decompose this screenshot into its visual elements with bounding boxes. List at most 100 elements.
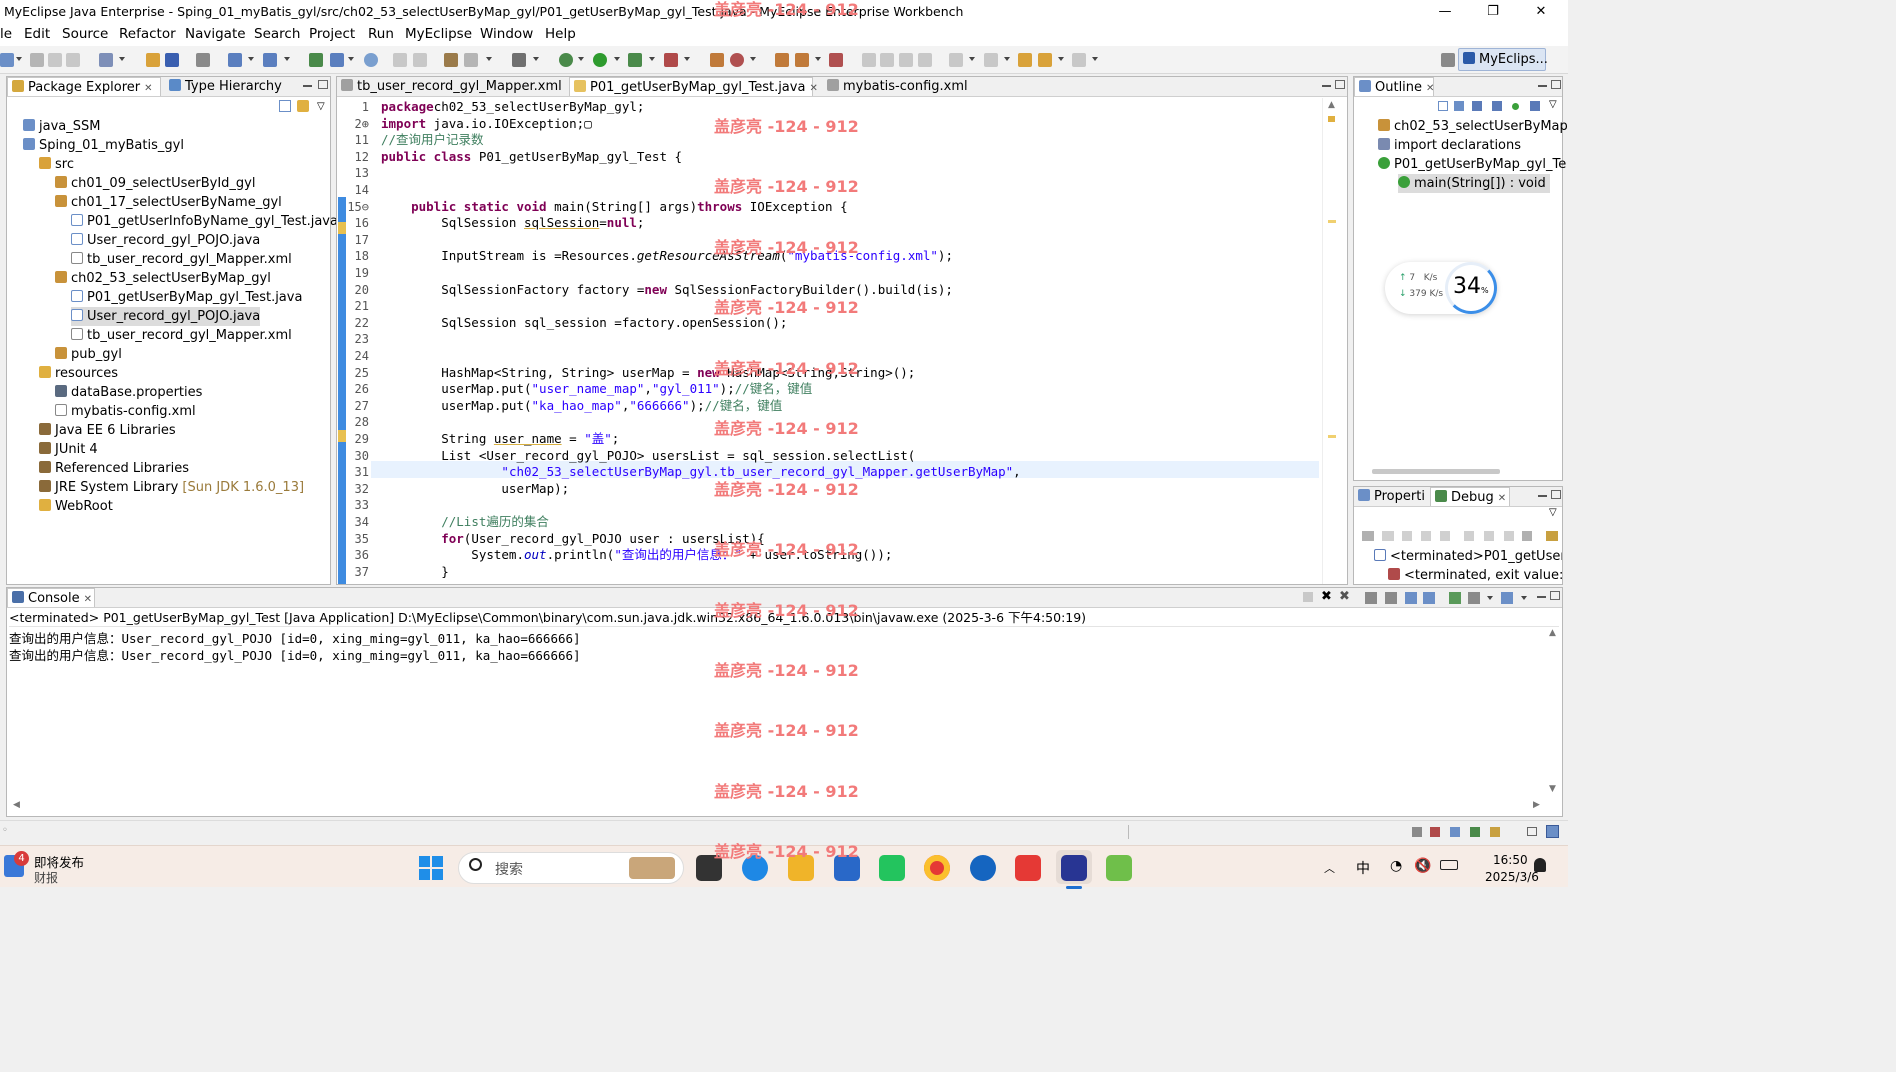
close-icon[interactable]: ✕ bbox=[84, 594, 92, 605]
tool-i-icon[interactable] bbox=[795, 53, 809, 67]
status-tool-icon[interactable] bbox=[1490, 827, 1500, 837]
collapse-all-icon[interactable] bbox=[279, 100, 291, 112]
code-line[interactable]: SqlSession sqlSession=null; bbox=[381, 215, 644, 232]
battery-icon[interactable] bbox=[1440, 860, 1458, 870]
outline-item[interactable]: main(String[]) : void bbox=[1398, 174, 1550, 193]
chrome-icon[interactable] bbox=[924, 855, 950, 881]
server-icon[interactable] bbox=[196, 53, 210, 67]
menu-navigate[interactable]: Navigate bbox=[185, 26, 246, 42]
clock-time[interactable]: 16:50 bbox=[1493, 853, 1528, 867]
menu-project[interactable]: Project bbox=[309, 26, 355, 42]
scroll-up-icon[interactable]: ▲ bbox=[1328, 100, 1335, 110]
close-icon[interactable]: ✕ bbox=[1426, 83, 1434, 94]
tab-properties[interactable]: Properti bbox=[1354, 487, 1428, 506]
tool-m-icon[interactable] bbox=[899, 53, 913, 67]
new-icon[interactable] bbox=[0, 53, 14, 67]
resume-icon[interactable] bbox=[1382, 531, 1394, 541]
tab-console[interactable]: Console ✕ bbox=[7, 588, 95, 607]
tree-item[interactable]: java_SSM bbox=[23, 117, 100, 136]
minimize-view-icon[interactable] bbox=[303, 85, 312, 87]
maximize-view-icon[interactable] bbox=[318, 80, 328, 89]
close-button[interactable]: ✕ bbox=[1518, 0, 1564, 24]
scroll-up-icon[interactable]: ▲ bbox=[1549, 628, 1556, 638]
tree-item[interactable]: tb_user_record_gyl_Mapper.xml bbox=[71, 250, 292, 269]
tool-a-icon[interactable] bbox=[393, 53, 407, 67]
minimize-button[interactable]: — bbox=[1422, 0, 1468, 24]
tab-outline[interactable]: Outline ✕ bbox=[1354, 77, 1434, 96]
external-tools-icon[interactable] bbox=[664, 53, 678, 67]
tree-item[interactable]: Referenced Libraries bbox=[39, 459, 189, 478]
menu-myeclipse[interactable]: MyEclipse bbox=[405, 26, 472, 42]
tree-item[interactable]: ch01_09_selectUserById_gyl bbox=[55, 174, 255, 193]
minimize-view-icon[interactable] bbox=[1538, 85, 1547, 87]
status-tool-icon[interactable] bbox=[1430, 827, 1440, 837]
tool-e-icon[interactable] bbox=[512, 53, 526, 67]
tool-app-icon[interactable] bbox=[1106, 855, 1132, 881]
last-edit-icon[interactable] bbox=[1018, 53, 1032, 67]
status-tool-icon[interactable] bbox=[1450, 827, 1460, 837]
scroll-right-icon[interactable]: ▶ bbox=[1533, 800, 1540, 810]
tab-type-hierarchy[interactable]: Type Hierarchy bbox=[165, 77, 285, 96]
tree-item[interactable]: JUnit 4 bbox=[39, 440, 98, 459]
minimize-view-icon[interactable] bbox=[1537, 596, 1546, 598]
view-menu-icon[interactable]: ▽ bbox=[317, 101, 325, 112]
outline-item[interactable]: P01_getUserByMap_gyl_Te bbox=[1378, 155, 1566, 174]
code-line[interactable]: SqlSessionFactory factory =new SqlSessio… bbox=[381, 282, 953, 299]
tool-l-icon[interactable] bbox=[880, 53, 894, 67]
browser-icon[interactable] bbox=[364, 53, 378, 67]
view-menu-icon[interactable]: ▽ bbox=[1549, 507, 1557, 518]
tree-item[interactable]: P01_getUserInfoByName_gyl_Test.java bbox=[71, 212, 338, 231]
collapse-all-icon[interactable] bbox=[1438, 101, 1448, 111]
tree-item[interactable]: ch02_53_selectUserByMap_gyl bbox=[55, 269, 271, 288]
restore-button[interactable]: ❐ bbox=[1470, 0, 1516, 24]
tool-j-icon[interactable] bbox=[829, 53, 843, 67]
debug-launch-item[interactable]: <terminated>P01_getUserBy bbox=[1374, 547, 1562, 566]
code-line[interactable]: //List遍历的集合 bbox=[381, 514, 549, 531]
menu-edit[interactable]: Edit bbox=[24, 26, 50, 42]
tab-mybatis-config[interactable]: mybatis-config.xml bbox=[823, 77, 973, 96]
menu-source[interactable]: Source bbox=[62, 26, 108, 42]
tools-icon[interactable] bbox=[309, 53, 323, 67]
code-line[interactable]: "ch02_53_selectUserByMap_gyl.tb_user_rec… bbox=[381, 464, 1020, 481]
terminate-console-icon[interactable] bbox=[1303, 592, 1313, 602]
hide-nonpublic-icon[interactable] bbox=[1512, 103, 1519, 110]
step-over-icon[interactable] bbox=[1484, 531, 1494, 541]
restore-view-icon[interactable] bbox=[1527, 827, 1537, 836]
forward-icon[interactable] bbox=[1072, 53, 1086, 67]
run-server-icon[interactable] bbox=[263, 53, 277, 67]
terminate-icon[interactable] bbox=[1421, 531, 1431, 541]
menu-refactor[interactable]: Refactor bbox=[119, 26, 176, 42]
tree-item[interactable]: Java EE 6 Libraries bbox=[39, 421, 176, 440]
input-method[interactable]: 中 bbox=[1356, 858, 1370, 878]
tree-item[interactable]: dataBase.properties bbox=[55, 383, 202, 402]
myeclipse-taskbar-icon[interactable] bbox=[1061, 855, 1087, 881]
tool-d-icon[interactable] bbox=[464, 53, 478, 67]
status-tool-icon[interactable] bbox=[1412, 827, 1422, 837]
maximize-view-icon[interactable] bbox=[1551, 490, 1561, 499]
tree-item[interactable]: User_record_gyl_POJO.java bbox=[71, 231, 260, 250]
minimize-view-icon[interactable] bbox=[1538, 495, 1547, 497]
view-menu-icon[interactable]: ▽ bbox=[1549, 99, 1557, 110]
pin-console-icon[interactable] bbox=[1449, 592, 1461, 604]
taskbar-search-box[interactable]: 搜索 bbox=[458, 852, 684, 884]
save-icon[interactable] bbox=[30, 53, 44, 67]
code-line[interactable]: public static void main(String[] args)th… bbox=[381, 199, 848, 216]
tool-c-icon[interactable] bbox=[444, 53, 458, 67]
clock-date[interactable]: 2025/3/6 bbox=[1485, 870, 1539, 884]
use-step-filters-icon[interactable] bbox=[1546, 531, 1558, 541]
close-icon[interactable]: ✕ bbox=[809, 83, 817, 94]
notification-bell-icon[interactable] bbox=[1534, 858, 1546, 872]
open-type-icon[interactable] bbox=[146, 53, 160, 67]
scroll-left-icon[interactable]: ◀ bbox=[13, 800, 20, 810]
horizontal-scrollbar[interactable]: ◀ ▶ bbox=[11, 800, 1547, 814]
windows-start-icon[interactable] bbox=[419, 856, 443, 880]
clear-console-icon[interactable] bbox=[1365, 592, 1377, 604]
myeclipse-perspective-button[interactable]: MyEclips... bbox=[1458, 48, 1548, 71]
open-resource-icon[interactable] bbox=[165, 53, 179, 67]
tab-test-java[interactable]: P01_getUserByMap_gyl_Test.java ✕ bbox=[569, 77, 818, 96]
minimize-editor-icon[interactable] bbox=[1322, 85, 1331, 87]
tool-g-icon[interactable] bbox=[730, 53, 744, 67]
menu-file[interactable]: le bbox=[0, 26, 12, 42]
close-icon[interactable]: ✕ bbox=[144, 83, 152, 94]
link-editor-icon[interactable] bbox=[297, 100, 309, 112]
